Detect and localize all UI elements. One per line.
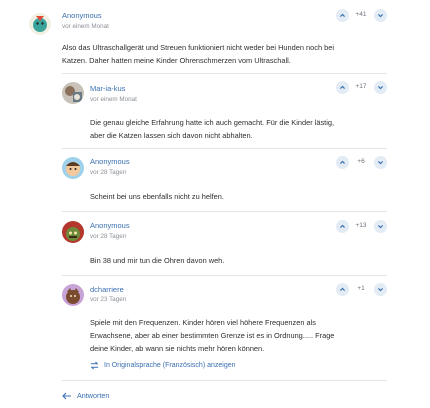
chevron-down-icon [378, 161, 383, 165]
downvote-button[interactable] [374, 283, 387, 296]
comment-author[interactable]: Mar-ia-kus [90, 84, 125, 93]
translate-link[interactable]: In Originalsprache (Französisch) anzeige… [90, 361, 236, 370]
vote-score: +13 [355, 222, 367, 229]
vote-widget: +1 [336, 283, 387, 297]
comment-time: vor 23 Tagen [90, 296, 127, 303]
comment-author[interactable]: Anonymous [90, 157, 130, 166]
vote-widget: +6 [336, 156, 387, 170]
chevron-up-icon [340, 13, 345, 17]
vote-widget: +41 [336, 9, 387, 23]
comment-time: vor 28 Tagen [90, 233, 127, 240]
vote-score: +17 [355, 83, 367, 90]
reply-label: Antworten [77, 391, 110, 400]
downvote-button[interactable] [374, 81, 387, 94]
chevron-down-icon [378, 14, 383, 18]
comment-time: vor einem Monat [62, 23, 109, 30]
comment-time: vor einem Monat [90, 96, 137, 103]
chevron-up-icon [340, 160, 345, 164]
avatar[interactable] [62, 157, 84, 179]
chevron-down-icon [378, 225, 383, 229]
comment-text: Bin 38 und mir tun die Ohren davon weh. [90, 256, 225, 265]
chevron-down-icon [378, 288, 383, 292]
upvote-button[interactable] [336, 220, 349, 233]
divider [62, 148, 387, 149]
downvote-button[interactable] [374, 156, 387, 169]
chevron-up-icon [340, 287, 345, 291]
divider [62, 211, 387, 212]
vote-widget: +13 [336, 220, 387, 234]
upvote-button[interactable] [336, 283, 349, 296]
comment-author[interactable]: dcharriere [90, 285, 124, 294]
translate-icon [90, 361, 99, 370]
avatar[interactable] [62, 221, 84, 243]
vote-score: +1 [357, 285, 365, 292]
avatar[interactable] [29, 13, 51, 35]
divider [62, 73, 387, 74]
avatar[interactable] [62, 82, 84, 104]
downvote-button[interactable] [374, 220, 387, 233]
comment-time: vor 28 Tagen [90, 169, 127, 176]
chevron-up-icon [340, 85, 345, 89]
downvote-button[interactable] [374, 9, 387, 22]
divider [62, 275, 387, 276]
upvote-button[interactable] [336, 156, 349, 169]
comment-author[interactable]: Anonymous [90, 221, 130, 230]
translate-label: In Originalsprache (Französisch) anzeige… [104, 362, 236, 369]
upvote-button[interactable] [336, 81, 349, 94]
vote-score: +41 [355, 11, 367, 18]
vote-score: +6 [357, 158, 365, 165]
arrow-left-icon [62, 392, 71, 399]
vote-widget: +17 [336, 81, 387, 95]
comment-text: Also das Ultraschallgerät und Streuen fu… [62, 43, 334, 65]
comment-author[interactable]: Anonymous [62, 11, 102, 20]
divider [62, 380, 387, 381]
comment-text: Scheint bei uns ebenfalls nicht zu helfe… [90, 192, 224, 201]
comment-text: Spiele mit den Frequenzen. Kinder hören … [90, 318, 335, 353]
comment-text: Die genau gleiche Erfahrung hatte ich au… [90, 118, 335, 140]
chevron-up-icon [340, 224, 345, 228]
reply-button[interactable]: Antworten [62, 391, 109, 400]
avatar[interactable] [62, 284, 84, 306]
chevron-down-icon [378, 86, 383, 90]
upvote-button[interactable] [336, 9, 349, 22]
